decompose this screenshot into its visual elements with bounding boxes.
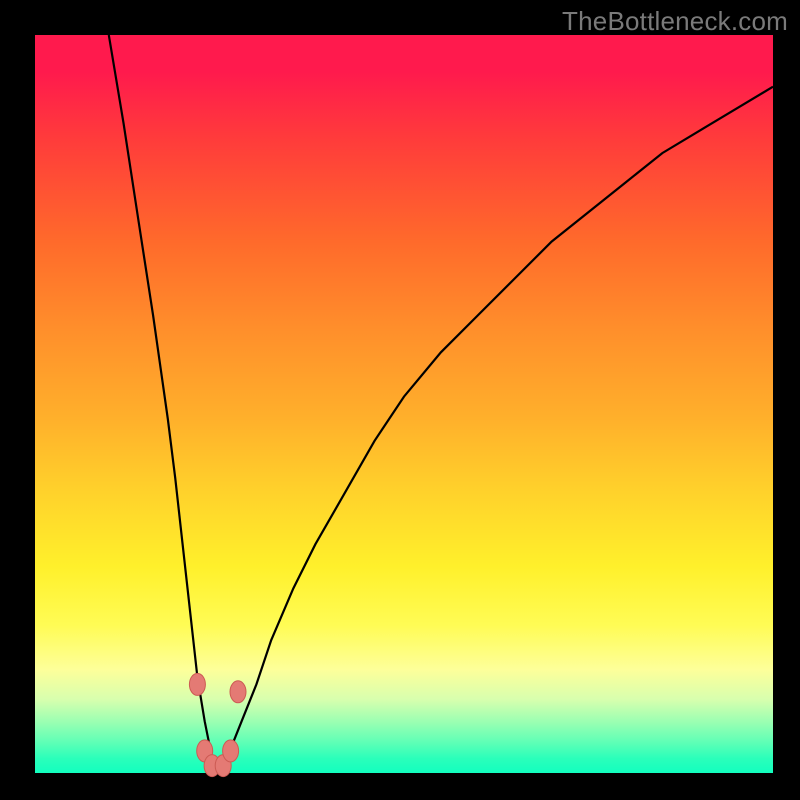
curve-marker <box>189 673 205 695</box>
chart-svg <box>35 35 773 773</box>
marker-group <box>189 673 246 776</box>
watermark-text: TheBottleneck.com <box>562 6 788 37</box>
chart-frame <box>35 35 773 773</box>
bottleneck-curve <box>109 35 773 773</box>
curve-marker <box>230 681 246 703</box>
curve-marker <box>223 740 239 762</box>
